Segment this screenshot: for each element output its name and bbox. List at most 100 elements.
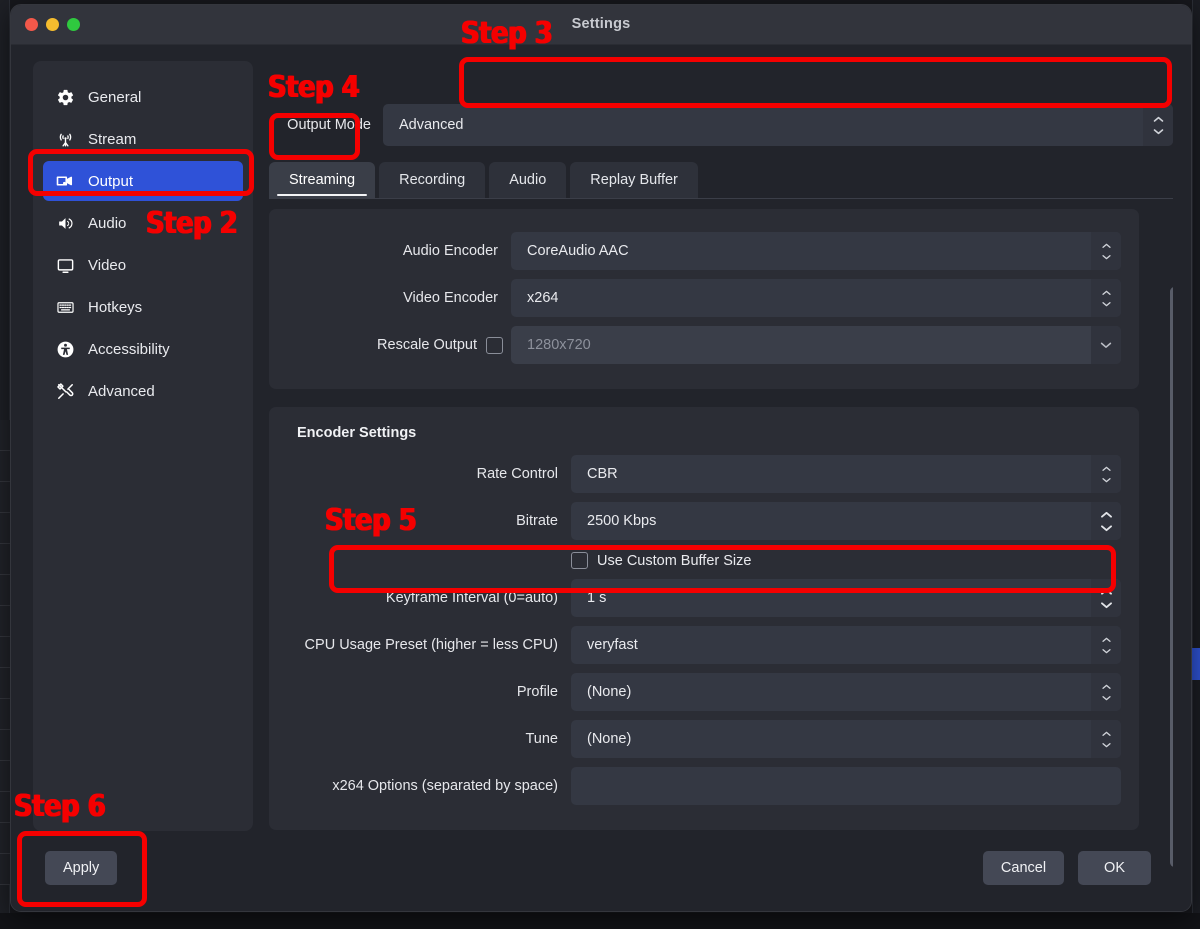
sidebar-item-label: Video bbox=[88, 256, 127, 274]
chevron-updown-icon[interactable] bbox=[1091, 626, 1121, 664]
stepper-updown-icon[interactable] bbox=[1091, 579, 1121, 617]
background-highlight bbox=[1192, 648, 1200, 680]
encoder-selection-card: Audio Encoder CoreAudio AAC Video Encode… bbox=[269, 209, 1139, 389]
rescale-output-field[interactable]: 1280x720 bbox=[511, 326, 1121, 364]
cpu-usage-preset-value: veryfast bbox=[587, 637, 638, 653]
settings-pane: Output Mode Advanced Streaming Recording… bbox=[269, 61, 1173, 911]
bitrate-field[interactable]: 2500 Kbps bbox=[571, 502, 1121, 540]
window-body: General Stream Output Audio Video Hotkey… bbox=[11, 45, 1191, 911]
use-custom-buffer-size-label: Use Custom Buffer Size bbox=[597, 552, 752, 569]
settings-scroll-area: Audio Encoder CoreAudio AAC Video Encode… bbox=[269, 209, 1173, 869]
audio-encoder-field[interactable]: CoreAudio AAC bbox=[511, 232, 1121, 270]
vertical-scrollbar[interactable] bbox=[1170, 287, 1173, 867]
tab-audio[interactable]: Audio bbox=[489, 162, 567, 198]
sidebar-item-output[interactable]: Output bbox=[43, 161, 243, 201]
tune-field[interactable]: (None) bbox=[571, 720, 1121, 758]
profile-row: Profile (None) bbox=[287, 673, 1121, 711]
rate-control-label: Rate Control bbox=[476, 466, 558, 482]
settings-sidebar: General Stream Output Audio Video Hotkey… bbox=[33, 61, 253, 831]
footer-right-buttons: Cancel OK bbox=[982, 851, 1169, 885]
tune-row: Tune (None) bbox=[287, 720, 1121, 758]
video-encoder-row: Video Encoder x264 bbox=[287, 279, 1121, 317]
profile-label: Profile bbox=[516, 684, 558, 700]
sidebar-item-accessibility[interactable]: Accessibility bbox=[43, 329, 243, 369]
video-encoder-field[interactable]: x264 bbox=[511, 279, 1121, 317]
tab-replay-buffer[interactable]: Replay Buffer bbox=[570, 162, 698, 198]
keyframe-interval-field[interactable]: 1 s bbox=[571, 579, 1121, 617]
sidebar-item-label: Advanced bbox=[88, 382, 155, 400]
keyframe-interval-row: Keyframe Interval (0=auto) 1 s bbox=[287, 579, 1121, 617]
profile-value: (None) bbox=[587, 684, 632, 700]
chevron-updown-icon[interactable] bbox=[1143, 104, 1173, 146]
sidebar-item-hotkeys[interactable]: Hotkeys bbox=[43, 287, 243, 327]
tune-value: (None) bbox=[587, 731, 632, 747]
video-camera-icon bbox=[55, 171, 75, 191]
encoder-settings-card: Encoder Settings Rate Control CBR Bitrat… bbox=[269, 407, 1139, 830]
sidebar-item-advanced[interactable]: Advanced bbox=[43, 371, 243, 411]
speaker-icon bbox=[55, 213, 75, 233]
rate-control-field[interactable]: CBR bbox=[571, 455, 1121, 493]
use-custom-buffer-size-row: Use Custom Buffer Size bbox=[287, 552, 1121, 569]
encoder-settings-title: Encoder Settings bbox=[297, 425, 417, 441]
stepper-updown-icon[interactable] bbox=[1091, 502, 1121, 540]
accessibility-icon bbox=[55, 339, 75, 359]
screen: Settings General Stream Output Audio Vid… bbox=[0, 0, 1200, 929]
sidebar-item-audio[interactable]: Audio bbox=[43, 203, 243, 243]
audio-encoder-row: Audio Encoder CoreAudio AAC bbox=[287, 232, 1121, 270]
chevron-updown-icon[interactable] bbox=[1091, 673, 1121, 711]
background-window-list bbox=[0, 420, 10, 900]
broadcast-icon bbox=[55, 129, 75, 149]
gear-icon bbox=[55, 87, 75, 107]
sidebar-item-label: Stream bbox=[88, 130, 137, 148]
keyframe-interval-value: 1 s bbox=[587, 590, 607, 606]
window-title: Settings bbox=[571, 16, 631, 32]
video-encoder-value: x264 bbox=[527, 290, 559, 306]
ok-button[interactable]: OK bbox=[1078, 851, 1151, 885]
keyboard-icon bbox=[55, 297, 75, 317]
bitrate-row: Bitrate 2500 Kbps bbox=[287, 502, 1121, 540]
chevron-down-icon[interactable] bbox=[1091, 326, 1121, 364]
sidebar-item-label: General bbox=[88, 88, 142, 106]
profile-field[interactable]: (None) bbox=[571, 673, 1121, 711]
cpu-usage-preset-field[interactable]: veryfast bbox=[571, 626, 1121, 664]
output-mode-label: Output Mode bbox=[287, 117, 371, 133]
rescale-output-label: Rescale Output bbox=[377, 337, 477, 353]
x264-options-row: x264 Options (separated by space) bbox=[287, 767, 1121, 805]
use-custom-buffer-size-checkbox[interactable] bbox=[571, 552, 588, 569]
rescale-output-value: 1280x720 bbox=[527, 337, 591, 353]
desktop-bottom bbox=[0, 913, 1200, 929]
chevron-updown-icon[interactable] bbox=[1091, 232, 1121, 270]
use-custom-buffer-size-control[interactable]: Use Custom Buffer Size bbox=[571, 552, 751, 569]
settings-window: Settings General Stream Output Audio Vid… bbox=[10, 4, 1192, 912]
rescale-output-row: Rescale Output 1280x720 bbox=[287, 326, 1121, 364]
sidebar-item-label: Hotkeys bbox=[88, 298, 143, 316]
chevron-updown-icon[interactable] bbox=[1091, 455, 1121, 493]
rate-control-value: CBR bbox=[587, 466, 618, 482]
rate-control-row: Rate Control CBR bbox=[287, 455, 1121, 493]
chevron-updown-icon[interactable] bbox=[1091, 720, 1121, 758]
chevron-updown-icon[interactable] bbox=[1091, 279, 1121, 317]
cpu-usage-preset-row: CPU Usage Preset (higher = less CPU) ver… bbox=[287, 626, 1121, 664]
tools-icon bbox=[55, 381, 75, 401]
tune-label: Tune bbox=[525, 731, 558, 747]
sidebar-item-general[interactable]: General bbox=[43, 77, 243, 117]
rescale-output-checkbox[interactable] bbox=[486, 336, 503, 354]
audio-encoder-value: CoreAudio AAC bbox=[527, 243, 629, 259]
output-tabs: Streaming Recording Audio Replay Buffer bbox=[269, 161, 1173, 199]
output-mode-field[interactable]: Advanced bbox=[383, 104, 1173, 146]
output-mode-row: Output Mode Advanced bbox=[269, 103, 1173, 147]
tab-streaming[interactable]: Streaming bbox=[269, 162, 376, 198]
sidebar-item-label: Audio bbox=[88, 214, 127, 232]
cpu-usage-preset-label: CPU Usage Preset (higher = less CPU) bbox=[304, 637, 558, 653]
dialog-footer: Apply Cancel OK bbox=[33, 833, 1169, 903]
cancel-button[interactable]: Cancel bbox=[982, 851, 1065, 885]
bitrate-value: 2500 Kbps bbox=[587, 513, 657, 529]
x264-options-input[interactable] bbox=[571, 767, 1121, 805]
bitrate-label: Bitrate bbox=[516, 513, 558, 529]
tab-recording[interactable]: Recording bbox=[379, 162, 486, 198]
sidebar-item-video[interactable]: Video bbox=[43, 245, 243, 285]
apply-button[interactable]: Apply bbox=[45, 851, 118, 885]
background-window-right-edge bbox=[1192, 0, 1200, 929]
sidebar-item-stream[interactable]: Stream bbox=[43, 119, 243, 159]
video-encoder-label: Video Encoder bbox=[403, 290, 498, 306]
